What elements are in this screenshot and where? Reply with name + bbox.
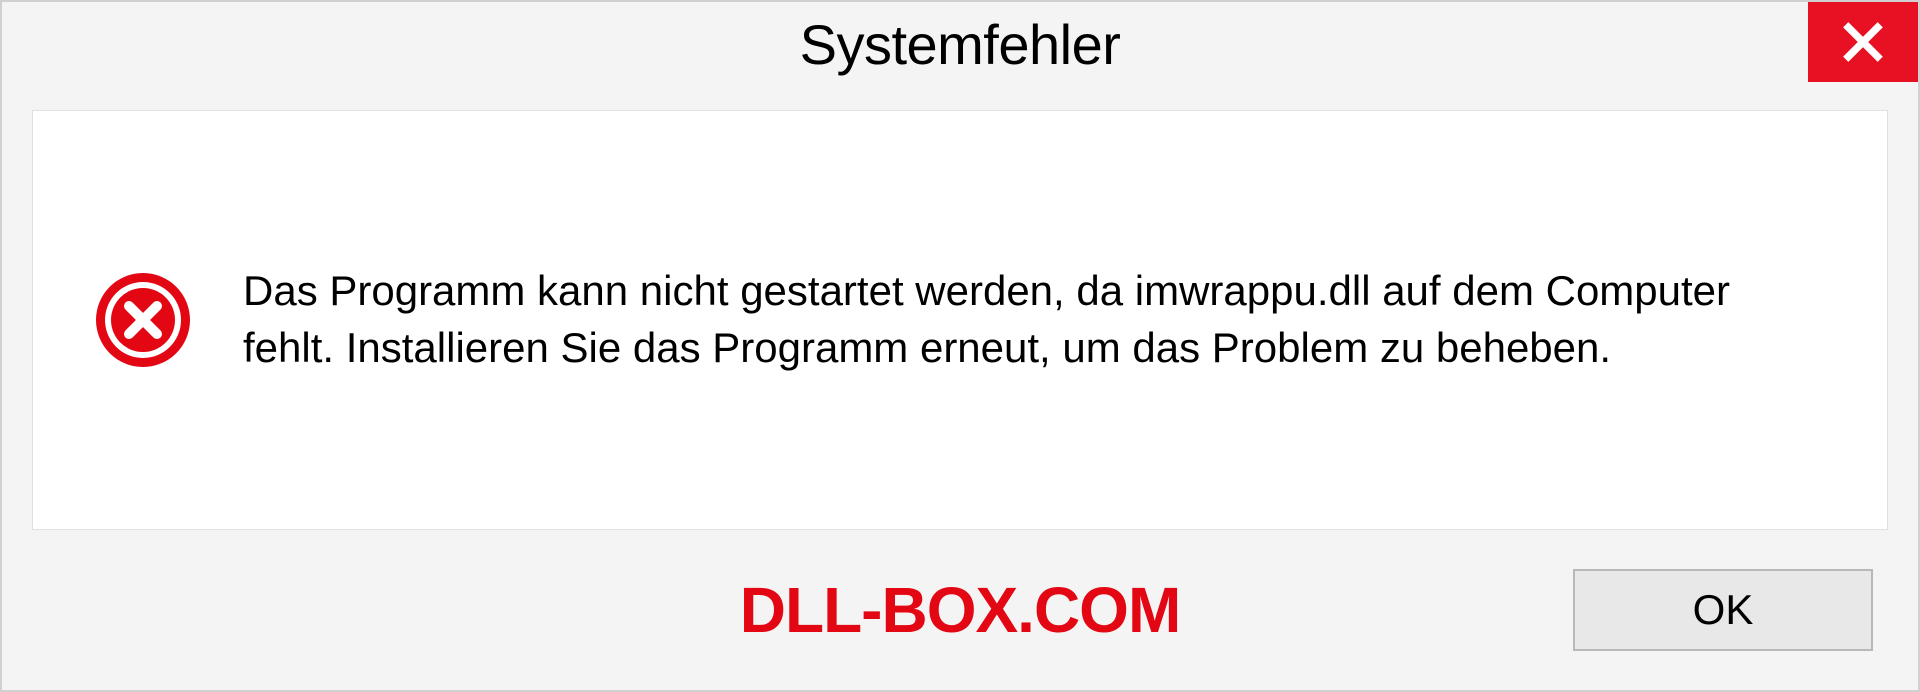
error-message: Das Programm kann nicht gestartet werden…	[243, 263, 1827, 376]
error-icon	[93, 270, 193, 370]
titlebar: Systemfehler	[2, 2, 1918, 92]
close-button[interactable]	[1808, 2, 1918, 82]
ok-button[interactable]: OK	[1573, 569, 1873, 651]
close-icon	[1841, 20, 1885, 64]
button-row: DLL-BOX.COM OK	[2, 530, 1918, 690]
watermark-text: DLL-BOX.COM	[740, 573, 1181, 647]
dialog-title: Systemfehler	[800, 12, 1121, 77]
content-area: Das Programm kann nicht gestartet werden…	[32, 110, 1888, 530]
error-dialog: Systemfehler Das Programm kann nicht ges…	[0, 0, 1920, 692]
